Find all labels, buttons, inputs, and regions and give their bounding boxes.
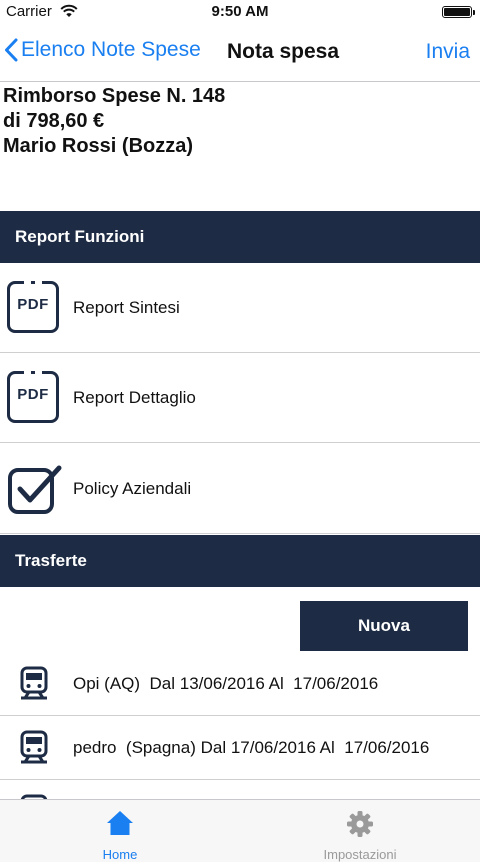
tab-bar: Home Impostazioni [0,799,480,862]
tab-home-label: Home [102,847,138,862]
expense-amount: di 798,60 € [3,110,105,132]
pdf-icon-text: PDF [17,386,49,403]
tab-home[interactable]: Home [0,800,240,862]
pdf-icon-text: PDF [17,296,49,313]
policy-aziendali-row[interactable]: Policy Aziendali [0,444,480,534]
battery-icon [442,6,475,18]
home-icon [0,810,240,836]
pdf-icon: PDF [7,279,63,337]
trasferte-section-header: Trasferte [0,535,480,587]
report-dettaglio-label: Report Dettaglio [73,388,196,407]
invia-button[interactable]: Invia [426,40,470,64]
policy-aziendali-label: Policy Aziendali [73,479,192,498]
checkbox-icon [7,462,63,518]
navigation-bar: Elenco Note Spese Nota spesa Invia [0,24,480,82]
tab-impostazioni-label: Impostazioni [323,847,397,862]
back-label: Elenco Note Spese [21,38,201,61]
trip-label: Opi (AQ) Dal 13/06/2016 Al 17/06/2016 [73,674,379,693]
report-section-header: Report Funzioni [0,211,480,263]
expense-number: Rimborso Spese N. 148 [3,85,226,107]
trip-label: pedro (Spagna) Dal 17/06/2016 Al 17/06/2… [73,738,430,757]
trip-row[interactable]: Opi (AQ) Dal 13/06/2016 Al 17/06/2016 [0,652,480,716]
report-sintesi-row[interactable]: PDF Report Sintesi [0,263,480,353]
train-icon [19,730,49,769]
report-sintesi-label: Report Sintesi [73,298,180,317]
page-title: Nota spesa [227,40,340,63]
trip-row-partial[interactable] [0,780,480,800]
pdf-icon: PDF [7,369,63,427]
report-dettaglio-row[interactable]: PDF Report Dettaglio [0,353,480,443]
expense-summary: Rimborso Spese N. 148 di 798,60 € Mario … [3,84,225,159]
train-icon [19,666,49,705]
trip-row[interactable]: pedro (Spagna) Dal 17/06/2016 Al 17/06/2… [0,716,480,780]
chevron-left-icon [5,38,18,62]
expense-owner-status: Mario Rossi (Bozza) [3,135,194,157]
status-bar: Carrier 9:50 AM [0,0,480,24]
clock: 9:50 AM [211,3,269,20]
gear-icon [240,810,480,838]
nuova-trasferta-button[interactable]: Nuova [300,601,468,651]
tab-impostazioni[interactable]: Impostazioni [240,800,480,862]
back-button[interactable]: Elenco Note Spese [4,38,201,62]
